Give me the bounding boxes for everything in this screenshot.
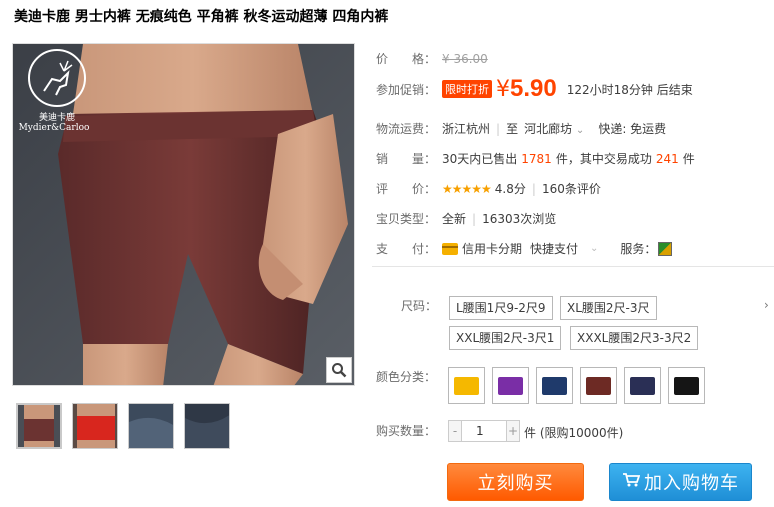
brand-name-cn: 美迪卡鹿 [38, 113, 75, 123]
chevron-right-icon[interactable]: › [764, 298, 769, 312]
sales-suffix: 件 [682, 152, 695, 166]
ship-to-word: 至 [506, 122, 519, 136]
success-count: 241 [655, 151, 679, 166]
deer-icon [28, 49, 86, 107]
sales-prefix: 30天内已售出 [442, 152, 518, 166]
quantity-stepper: - + [448, 420, 520, 442]
promo-tag: 限时打折 [442, 80, 492, 98]
sales-label: 销 量： [376, 152, 437, 166]
original-price: ¥ 36.00 [442, 51, 488, 66]
review-row: 评 价： ★★★★★ 4.8分 | 160条评价 [376, 180, 601, 197]
type-label: 宝贝类型： [376, 212, 437, 226]
sold-count: 1781 [521, 151, 552, 166]
main-product-image[interactable]: 美迪卡鹿 Mydier&Carloo [12, 43, 355, 386]
section-divider [372, 266, 774, 267]
size-option-xxxl[interactable]: XXXL腰围2尺3-3尺2 [570, 326, 699, 350]
thumbnail-3[interactable] [128, 403, 174, 449]
color-option-dark-blue[interactable] [624, 367, 661, 404]
size-option-xl[interactable]: XL腰围2尺-3尺 [560, 296, 657, 320]
shipping-label: 物流运费： [376, 122, 437, 136]
price-row: 价 格： ¥ 36.00 [376, 50, 488, 67]
quantity-label: 购买数量： [376, 424, 437, 438]
color-option-yellow[interactable] [448, 367, 485, 404]
credit-card-icon [442, 242, 458, 255]
size-label: 尺码： [401, 299, 438, 313]
promo-label: 参加促销： [376, 82, 437, 97]
thumbnail-4[interactable] [184, 403, 230, 449]
review-count[interactable]: 160条评价 [542, 180, 601, 197]
shipping-row: 物流运费： 浙江杭州 | 至 河北廊坊 ⌄ 快递: 免运费 [376, 120, 667, 137]
currency-symbol: ¥ [496, 76, 510, 102]
ship-to-select[interactable]: 河北廊坊 ⌄ [524, 120, 584, 137]
product-title: 美迪卡鹿 男士内裤 无痕纯色 平角裤 秋冬运动超薄 四角内裤 [14, 9, 389, 25]
promo-price: 5.90 [510, 75, 557, 102]
ship-from: 浙江杭州 [442, 122, 491, 136]
add-to-cart-button[interactable]: 加入购物车 [609, 463, 752, 501]
buy-now-button[interactable]: 立刻购买 [447, 463, 584, 501]
quantity-limit: 件 (限购10000件) [524, 426, 624, 440]
quantity-increase-button[interactable]: + [507, 421, 519, 441]
zoom-icon[interactable] [326, 357, 352, 383]
view-count: 16303次浏览 [482, 212, 557, 226]
color-option-navy[interactable] [536, 367, 573, 404]
type-row: 宝贝类型： 全新 | 16303次浏览 [376, 211, 557, 227]
express-fee: 快递: 免运费 [598, 122, 667, 136]
color-option-brown[interactable] [580, 367, 617, 404]
color-option-purple[interactable] [492, 367, 529, 404]
quantity-decrease-button[interactable]: - [449, 421, 461, 441]
cart-icon [622, 472, 641, 493]
price-label: 价 格： [376, 52, 437, 66]
fast-pay[interactable]: 快捷支付 [530, 240, 578, 257]
thumbnail-2[interactable] [72, 403, 118, 449]
service-label: 服务： [620, 242, 657, 256]
payment-label: 支 付： [376, 242, 437, 256]
credit-installment[interactable]: 信用卡分期 [462, 240, 522, 257]
promo-row: 参加促销： 限时打折 ¥ 5.90 122小时18分钟 后结束 [376, 75, 693, 103]
sales-row: 销 量： 30天内已售出 1781 件，其中交易成功 241 件 [376, 150, 695, 167]
add-to-cart-label: 加入购物车 [644, 473, 739, 494]
star-rating-icon: ★★★★★ [442, 181, 492, 196]
promo-countdown: 122小时18分钟 后结束 [566, 82, 693, 97]
condition: 全新 [442, 212, 467, 226]
service-guarantee-icon[interactable] [658, 241, 673, 256]
quantity-input[interactable] [461, 421, 507, 441]
sales-mid: 件，其中交易成功 [555, 152, 652, 166]
size-option-l[interactable]: L腰围1尺9-2尺9 [449, 296, 553, 320]
chevron-down-icon[interactable]: ⌄ [590, 243, 598, 254]
review-score: 4.8分 [494, 182, 526, 196]
color-option-black[interactable] [668, 367, 705, 404]
chevron-down-icon: ⌄ [575, 125, 585, 136]
thumbnail-1[interactable] [16, 403, 62, 449]
size-option-xxl[interactable]: XXL腰围2尺-3尺1 [449, 326, 562, 350]
payment-row: 支 付： 信用卡分期 快捷支付 ⌄ 服务： [376, 240, 673, 257]
thumbnail-list [16, 403, 230, 449]
color-label: 颜色分类： [376, 370, 437, 384]
brand-name-en: Mydier&Carloo [18, 123, 90, 133]
brand-logo: 美迪卡鹿 Mydier&Carloo [19, 49, 92, 141]
review-label: 评 价： [376, 182, 437, 196]
